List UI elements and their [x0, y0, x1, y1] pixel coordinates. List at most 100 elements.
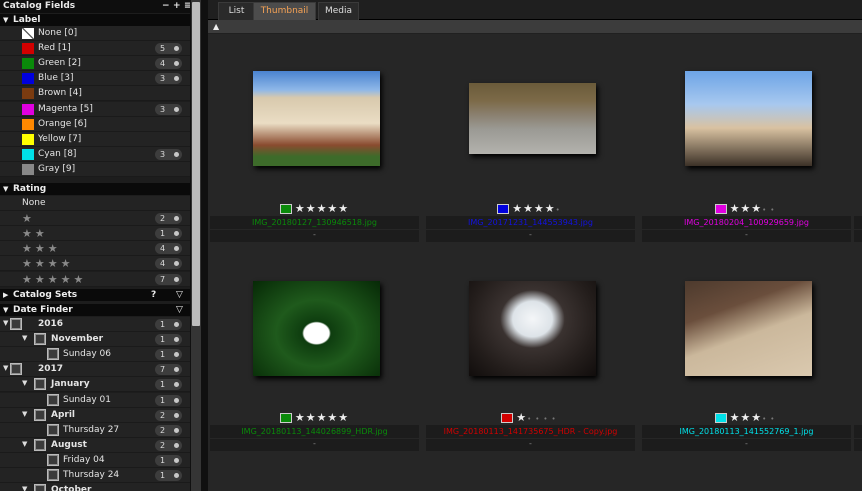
date-item[interactable]: Sunday 06 1	[0, 347, 190, 363]
count-value: 3	[160, 74, 166, 84]
label-item[interactable]: Orange [6]	[0, 116, 190, 132]
label-color-swatch[interactable]	[714, 203, 727, 214]
photo-thumbnail[interactable]	[685, 281, 812, 376]
date-item[interactable]: ▼ January 1	[0, 377, 190, 393]
rating-item[interactable]: ★★ 1	[0, 226, 190, 242]
date-item[interactable]: ▼ August 2	[0, 437, 190, 453]
filter-icon[interactable]: ▽	[176, 304, 183, 316]
photo-thumbnail[interactable]	[253, 71, 380, 166]
label-section-title: Label	[13, 15, 41, 25]
label-color-swatch[interactable]	[279, 203, 292, 214]
expand-icon[interactable]: ▼	[3, 304, 8, 316]
tab-thumbnail[interactable]: Thumbnail	[253, 2, 316, 20]
label-item[interactable]: Yellow [7]	[0, 131, 190, 147]
count-dot-icon	[174, 473, 179, 478]
date-item[interactable]: Friday 04 1	[0, 452, 190, 468]
rating-stars: ★★★	[22, 242, 61, 256]
rating-item[interactable]: ★ 2	[0, 211, 190, 227]
count-badge: 4	[155, 243, 182, 255]
help-icon[interactable]: ?	[151, 289, 156, 301]
date-item[interactable]: ▼ 2017 7	[0, 362, 190, 378]
label-item[interactable]: Magenta [5] 3	[0, 101, 190, 117]
expand-icon[interactable]: ▶	[3, 289, 8, 301]
sidebar-scrollbar[interactable]	[190, 0, 201, 491]
date-item-label: Thursday 27	[63, 424, 120, 435]
count-badge: 1	[155, 349, 182, 361]
label-color-swatch[interactable]	[279, 412, 292, 423]
rating-item[interactable]: None	[0, 196, 190, 211]
rating-stars: ★★★★★	[22, 272, 87, 286]
expand-icon[interactable]: ▼	[22, 485, 27, 491]
photo-thumbnail[interactable]	[685, 71, 812, 166]
count-dot-icon	[174, 216, 179, 222]
label-color-swatch[interactable]	[501, 412, 514, 423]
count-badge: 1	[155, 334, 182, 346]
label-item[interactable]: Cyan [8] 3	[0, 146, 190, 162]
tab-list[interactable]: List	[218, 2, 255, 20]
photo-thumbnail[interactable]	[469, 83, 596, 154]
catalog-sets-title: Catalog Sets	[13, 290, 78, 300]
label-section-header[interactable]: ▼ Label	[0, 14, 190, 26]
expand-icon[interactable]: ▼	[22, 379, 27, 387]
rating-stars[interactable]: ★★★••	[730, 202, 779, 215]
expand-icon[interactable]: ▼	[22, 334, 27, 342]
rating-stars[interactable]: ★★★★★	[295, 411, 349, 424]
rating-none-label: None	[22, 198, 46, 208]
label-item[interactable]: Red [1] 5	[0, 41, 190, 57]
date-item[interactable]: ▼ October	[0, 483, 190, 491]
date-item[interactable]: ▼ April 2	[0, 407, 190, 423]
label-color-swatch[interactable]	[714, 412, 727, 423]
rating-item[interactable]: ★★★★★ 7	[0, 271, 190, 287]
date-item-label: November	[51, 334, 104, 345]
expand-icon[interactable]: ▼	[3, 183, 8, 195]
next-column-edge	[854, 216, 862, 229]
rating-stars[interactable]: ★★★★★	[295, 202, 349, 215]
rating-item[interactable]: ★★★★ 4	[0, 256, 190, 272]
collapse-icon[interactable]: −	[162, 0, 170, 13]
tab-media[interactable]: Media	[318, 2, 359, 20]
label-item[interactable]: Green [2] 4	[0, 56, 190, 72]
date-finder-title: Date Finder	[13, 305, 73, 315]
rating-stars[interactable]: ★★★••	[730, 411, 779, 424]
label-item-name: Blue [3]	[38, 73, 74, 84]
date-finder-header[interactable]: ▼ Date Finder ▽	[0, 304, 190, 316]
count-badge: 1	[155, 454, 182, 466]
date-item-label: Thursday 24	[63, 470, 120, 480]
calendar-icon-inner	[49, 350, 57, 359]
panel-divider[interactable]	[201, 0, 208, 491]
rating-section-header[interactable]: ▼ Rating	[0, 183, 190, 195]
photo-thumbnail[interactable]	[469, 281, 596, 376]
date-item[interactable]: ▼ 2016 1	[0, 317, 190, 332]
label-color-swatch[interactable]	[497, 203, 510, 214]
photo-thumbnail[interactable]	[253, 281, 380, 376]
date-item[interactable]: Thursday 24 1	[0, 468, 190, 483]
sort-icon[interactable]: ▲	[213, 22, 219, 31]
calendar-icon	[34, 408, 46, 421]
filter-icon[interactable]: ▽	[176, 289, 183, 301]
label-item[interactable]: None [0]	[0, 26, 190, 41]
label-item[interactable]: Gray [9]	[0, 161, 190, 177]
count-value: 1	[160, 335, 166, 345]
thumbnail-toolbar: ▲	[208, 20, 862, 34]
scrollbar-thumb[interactable]	[192, 2, 200, 326]
catalog-sets-header[interactable]: ▶ Catalog Sets? ▽	[0, 289, 190, 301]
expand-icon[interactable]: ▼	[22, 440, 27, 448]
date-item[interactable]: Thursday 27 2	[0, 422, 190, 438]
expand-icon[interactable]: ▼	[22, 410, 27, 418]
expand-icon[interactable]: ▼	[3, 364, 8, 372]
expand-icon[interactable]: ▼	[3, 319, 8, 327]
rating-stars[interactable]: ★••••	[516, 411, 559, 424]
date-item[interactable]: Sunday 01 1	[0, 392, 190, 408]
expand-icon[interactable]: ▼	[3, 14, 8, 26]
count-badge: 2	[155, 213, 182, 225]
rating-item[interactable]: ★★★ 4	[0, 241, 190, 257]
label-item[interactable]: Brown [4]	[0, 86, 190, 102]
count-badge: 1	[155, 394, 182, 406]
rating-stars[interactable]: ★★★★•	[512, 202, 564, 215]
add-icon[interactable]: +	[173, 0, 181, 13]
date-item-label: April	[51, 409, 76, 420]
date-item[interactable]: ▼ November 1	[0, 332, 190, 348]
count-badge: 3	[155, 148, 182, 160]
label-item-name: None [0]	[38, 28, 78, 38]
label-item[interactable]: Blue [3] 3	[0, 71, 190, 87]
